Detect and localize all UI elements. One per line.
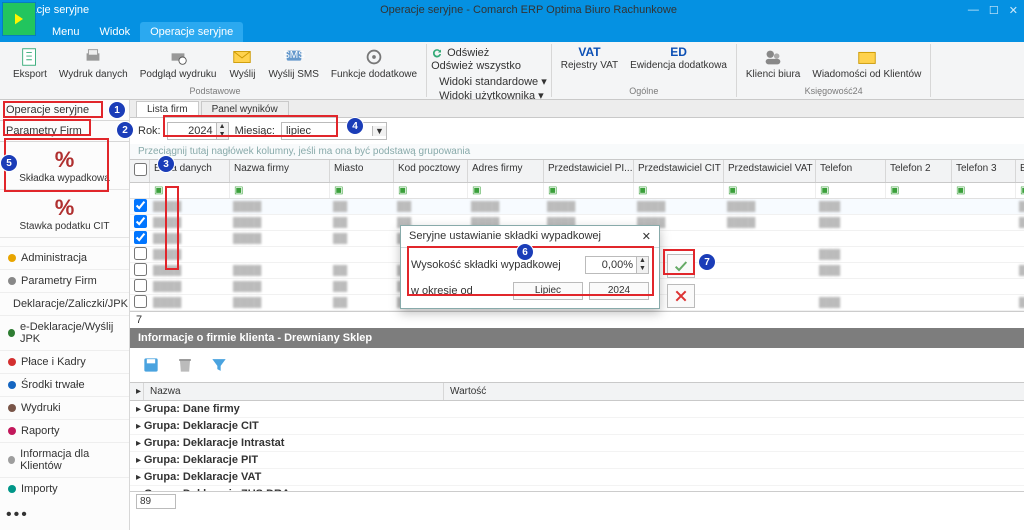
row-checkbox[interactable]	[134, 247, 147, 260]
nav-wydruki[interactable]: Wydruki	[0, 396, 129, 419]
nav-edeklaracje[interactable]: e-Deklaracje/Wyślij JPK	[0, 315, 129, 350]
menu-tab-widok[interactable]: Widok	[90, 22, 141, 42]
info-delete-icon[interactable]	[172, 352, 198, 378]
modal-month-button[interactable]: Lipiec	[513, 282, 583, 300]
rok-input[interactable]: ▲▼	[167, 122, 229, 140]
wiadomosci-button[interactable]: Wiadomości od Klientów	[807, 44, 926, 83]
eksport-button[interactable]: Eksport	[8, 44, 52, 83]
modal-cancel-button[interactable]	[667, 284, 695, 308]
nav-deklaracje[interactable]: Deklaracje/Zaliczki/JPK	[0, 292, 129, 315]
app-logo[interactable]	[2, 2, 36, 36]
svg-text:SMS: SMS	[283, 50, 305, 61]
close-icon[interactable]: ✕	[1009, 4, 1018, 17]
ewidencja-dodatkowa-button[interactable]: EDEwidencja dodatkowa	[625, 44, 732, 73]
col-wartosc[interactable]: Wartość	[444, 383, 1024, 400]
modal-row2-label: w okresie od	[411, 285, 507, 297]
info-save-icon[interactable]	[138, 352, 164, 378]
row-checkbox[interactable]	[134, 215, 147, 228]
info-row[interactable]: ▸ Grupa: Deklaracje CIT	[130, 418, 1024, 435]
info-row[interactable]: ▸ Grupa: Dane firmy	[130, 401, 1024, 418]
modal-accept-button[interactable]	[667, 254, 695, 278]
modal-year-button[interactable]: 2024	[589, 282, 649, 300]
info-title: Informacje o firmie klienta - Drewniany …	[130, 328, 1024, 348]
expand-col: ▸	[130, 383, 144, 400]
menu-tab-operacje[interactable]: Operacje seryjne	[140, 22, 243, 42]
skladka-percent-input[interactable]: ▲▼	[585, 256, 649, 274]
group-podstawowe: Podstawowe	[8, 86, 422, 97]
wyslij-button[interactable]: Wyślij	[223, 44, 261, 83]
nav-administracja[interactable]: Administracja	[0, 246, 129, 269]
maximize-icon[interactable]: ☐	[989, 4, 999, 17]
nav-srodki-trwale[interactable]: Środki trwałe	[0, 373, 129, 396]
row-checkbox[interactable]	[134, 279, 147, 292]
skladka-modal: Seryjne ustawianie składki wypadkowej ✕ …	[400, 225, 660, 309]
grid-header: Baza danych Nazwa firmy Miasto Kod poczt…	[130, 159, 1024, 183]
info-filter-icon[interactable]	[206, 352, 232, 378]
more-icon[interactable]: •••	[0, 500, 129, 530]
select-all-checkbox[interactable]	[134, 163, 147, 176]
stawka-cit-tool[interactable]: % Stawka podatku CIT	[0, 190, 129, 238]
col-nazwa[interactable]: Nazwa	[144, 383, 444, 400]
tab-lista-firm[interactable]: Lista firm	[136, 101, 199, 117]
row-checkbox[interactable]	[134, 231, 147, 244]
row-checkbox[interactable]	[134, 199, 147, 212]
info-row[interactable]: ▸ Grupa: Deklaracje VAT	[130, 469, 1024, 486]
group-ks24: Księgowość24	[741, 86, 926, 97]
wydruk-danych-button[interactable]: Wydruk danych	[54, 44, 133, 83]
bottom-count-input[interactable]	[136, 494, 176, 509]
rok-label: Rok:	[138, 125, 161, 137]
klienci-biura-button[interactable]: Klienci biura	[741, 44, 805, 83]
row-checkbox[interactable]	[134, 263, 147, 276]
rejestry-vat-button[interactable]: VATRejestry VAT	[556, 44, 623, 73]
subtab-parametry-firm[interactable]: Parametry Firm	[0, 121, 129, 142]
modal-close-icon[interactable]: ✕	[642, 230, 651, 243]
grouping-hint: Przeciągnij tutaj nagłówek kolumny, jeśl…	[130, 144, 1024, 159]
percent-icon: %	[55, 195, 75, 221]
menu-tab-menu[interactable]: Menu	[42, 22, 90, 42]
info-row[interactable]: ▸ Grupa: Deklaracje PIT	[130, 452, 1024, 469]
podglad-wydruku-button[interactable]: Podgląd wydruku	[135, 44, 222, 83]
app-title: Operacje seryjne - Comarch ERP Optima Bi…	[89, 4, 968, 16]
wyslij-sms-button[interactable]: SMSWyślij SMS	[263, 44, 323, 83]
widoki-standardowe-button[interactable]: Widoki standardowe ▾	[439, 75, 547, 88]
odswiez-wszystko-button[interactable]: Odśwież wszystko	[431, 60, 521, 72]
modal-row1-label: Wysokość składki wypadkowej	[411, 259, 579, 271]
row-checkbox[interactable]	[134, 295, 147, 308]
nav-informacja[interactable]: Informacja dla Klientów	[0, 442, 129, 477]
nav-importy[interactable]: Importy	[0, 477, 129, 500]
minimize-icon[interactable]: —	[968, 4, 979, 17]
table-row[interactable]: ██████████████████████████████████	[130, 199, 1024, 215]
ribbon: Eksport Wydruk danych Podgląd wydruku Wy…	[0, 42, 1024, 100]
info-row[interactable]: ▸ Grupa: Deklaracje Intrastat	[130, 435, 1024, 452]
percent-icon: %	[55, 147, 75, 173]
grid-footer-count: 7	[136, 314, 142, 326]
tab-panel-wynikow[interactable]: Panel wyników	[201, 101, 289, 117]
nav-raporty[interactable]: Raporty	[0, 419, 129, 442]
group-ogolne: Ogólne	[556, 86, 732, 97]
nav-parametry-firm[interactable]: Parametry Firm	[0, 269, 129, 292]
nav-place-kadry[interactable]: Płace i Kadry	[0, 350, 129, 373]
funkcje-dodatkowe-button[interactable]: Funkcje dodatkowe	[326, 44, 422, 83]
miesiac-label: Miesiąc:	[235, 125, 275, 137]
skladka-wypadkowa-tool[interactable]: % Składka wypadkowa	[0, 142, 129, 190]
modal-title: Seryjne ustawianie składki wypadkowej	[409, 230, 601, 243]
miesiac-select[interactable]: ▼	[281, 122, 387, 140]
odswiez-button[interactable]: Odśwież	[431, 47, 489, 59]
